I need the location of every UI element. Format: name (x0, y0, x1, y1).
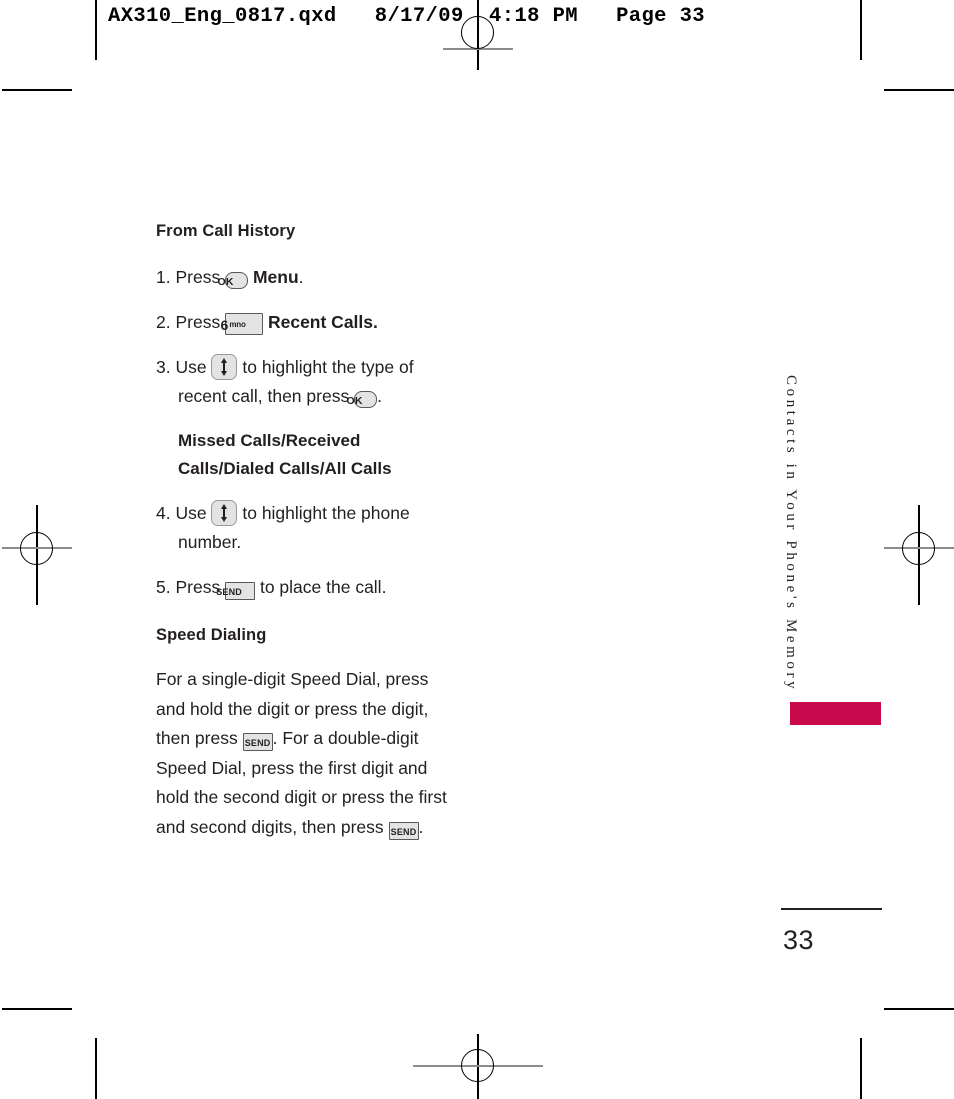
page-number-rule (781, 908, 882, 910)
step-4-number: 4. (156, 503, 171, 523)
side-running-head: Contacts in Your Phone's Memory (783, 375, 799, 693)
step-3-text-pre: Use (175, 357, 207, 377)
registration-mark-right (884, 505, 954, 605)
six-mno-key-icon: 6mno (221, 313, 264, 335)
step-2-number: 2. (156, 312, 171, 332)
crop-mark-top-left-horizontal (2, 89, 72, 91)
step-1-text-pre: Press (175, 267, 221, 287)
ok-key-icon: OK (347, 391, 378, 408)
section-heading-from-call-history: From Call History (156, 222, 296, 240)
registration-mark-bottom (413, 1034, 543, 1099)
nav-down-arrow-icon (221, 517, 228, 522)
send-key-icon: SEND (242, 733, 273, 751)
section-heading-speed-dialing: Speed Dialing (156, 626, 267, 644)
six-key-digit: 6 (220, 317, 229, 333)
crop-mark-top-right-horizontal (884, 89, 954, 91)
step-5-text-mid: to place the call. (259, 577, 387, 597)
nav-down-arrow-icon (221, 371, 228, 376)
step-4: 4. Use to highlight the phone number. (156, 499, 456, 557)
nav-up-arrow-icon (221, 358, 228, 363)
registration-mark-top (443, 0, 513, 70)
step-5-number: 5. (156, 577, 171, 597)
navigation-key-icon (211, 500, 238, 526)
ok-key-icon: OK (218, 272, 249, 289)
step-4-text-pre: Use (175, 503, 207, 523)
step-2: 2. Press 6mno Recent Calls. (156, 308, 456, 337)
crop-mark-top-left-vertical (95, 0, 97, 60)
six-key-letters: mno (229, 320, 246, 329)
call-types-list: Missed Calls/Received Calls/Dialed Calls… (178, 431, 392, 478)
print-header-slug: AX310_Eng_0817.qxd 8/17/09 4:18 PM Page … (108, 5, 705, 28)
crop-mark-bottom-right-vertical (860, 1038, 862, 1099)
send-key-icon: SEND (388, 821, 419, 840)
nav-up-arrow-icon (221, 504, 228, 509)
step-5-text-pre: Press (175, 577, 221, 597)
step-2-text-pre: Press (175, 312, 221, 332)
crop-mark-bottom-right-horizontal (884, 1008, 954, 1010)
registration-mark-left (2, 505, 72, 605)
page-number: 33 (783, 925, 815, 955)
crop-mark-top-right-vertical (860, 0, 862, 60)
speed-dialing-paragraph: For a single-digit Speed Dial, press and… (156, 665, 456, 842)
step-3: 3. Use to highlight the type of recent c… (156, 353, 456, 411)
step-1-number: 1. (156, 267, 171, 287)
speed-dial-text-3: . (418, 816, 424, 837)
page-content: From Call History 1. Press OK Menu. 2. P… (156, 222, 456, 842)
step-1-period: . (298, 267, 304, 287)
crop-mark-bottom-left-horizontal (2, 1008, 72, 1010)
step-1-menu-label: Menu (252, 267, 299, 287)
step-1: 1. Press OK Menu. (156, 263, 456, 292)
step-3-period: . (377, 386, 382, 406)
send-key-icon: SEND (216, 582, 256, 600)
step-2-recent-calls-label: Recent Calls. (267, 312, 378, 332)
step-3-number: 3. (156, 357, 171, 377)
chapter-color-tab (790, 702, 881, 725)
step-5: 5. Press SEND to place the call. (156, 573, 456, 602)
crop-mark-bottom-left-vertical (95, 1038, 97, 1099)
navigation-key-icon (211, 354, 238, 380)
